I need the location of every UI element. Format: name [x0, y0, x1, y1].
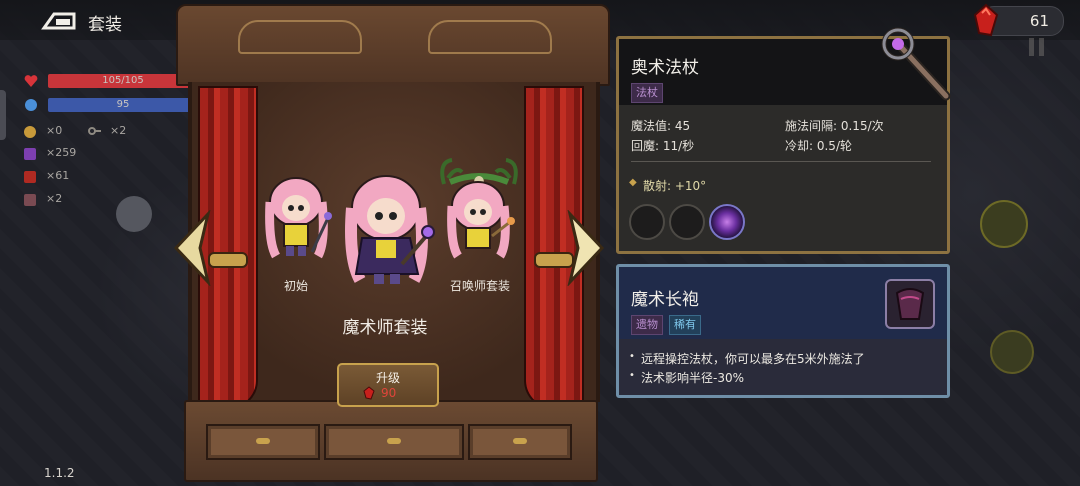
- relic-type-tag: 遗物: [631, 315, 663, 335]
- character-sprite: [440, 158, 518, 259]
- stat-mana: 魔法值: 45: [631, 119, 691, 133]
- previous-costume-arrow-icon[interactable]: [170, 210, 214, 286]
- spell-slot-empty[interactable]: [669, 204, 705, 240]
- weapon-type-tag: 法杖: [631, 83, 663, 103]
- pause-button[interactable]: [1024, 36, 1050, 58]
- relic-effect-2: 法术影响半径-30%: [641, 371, 745, 385]
- gem-count-hud: ×61: [46, 169, 70, 182]
- crystal-count: ×259: [46, 146, 77, 159]
- coin-count: ×0: [46, 124, 63, 137]
- upgrade-cost: 90: [381, 386, 397, 400]
- material-count: ×2: [46, 192, 63, 205]
- mana-icon: [25, 99, 37, 111]
- key-count: ×2: [110, 124, 127, 137]
- next-costume-arrow-icon[interactable]: [564, 210, 608, 286]
- weapon-name: 奥术法杖: [631, 58, 699, 78]
- coin-icon: [24, 126, 36, 138]
- relic-effect-1: 远程操控法杖，你可以最多在5米外施法了: [641, 352, 865, 366]
- stat-scatter: 散射: +10°: [643, 179, 707, 193]
- ghost-decoration: [116, 196, 152, 232]
- side-drawer-handle[interactable]: [0, 90, 6, 140]
- character-magician[interactable]: [340, 168, 440, 294]
- upgrade-button[interactable]: 升级 90: [337, 363, 439, 407]
- pumpkin-decoration: [990, 330, 1034, 374]
- gem-counter: 61: [973, 3, 1064, 37]
- character-default[interactable]: [262, 172, 334, 266]
- key-icon: [88, 127, 101, 135]
- version-label: 1.1.2: [44, 466, 75, 480]
- material-icon: [24, 194, 36, 206]
- bullet-diamond-icon: ◆: [629, 177, 637, 188]
- relic-info-panel: 魔术长袍 遗物 稀有 • 远程操控法杖，你可以最多在5米外施法了 • 法术影响半…: [616, 264, 950, 398]
- crystal-icon: [24, 148, 36, 160]
- character-label-summoner: 召唤师套装: [449, 279, 510, 293]
- character-sprite: [265, 177, 332, 259]
- heart-icon: [24, 75, 38, 87]
- bullet-icon: •: [629, 370, 635, 381]
- character-sprite: [345, 175, 435, 284]
- relic-name: 魔术长袍: [631, 290, 699, 310]
- page-title: 套装: [88, 15, 122, 35]
- back-button[interactable]: [40, 8, 80, 32]
- character-summoner[interactable]: [434, 158, 524, 266]
- spell-slot-empty[interactable]: [629, 204, 665, 240]
- pumpkin-decoration: [980, 200, 1028, 248]
- stat-cooldown: 冷却: 0.5/轮: [785, 139, 852, 153]
- stage-header-ornament: [176, 4, 610, 86]
- stat-cast-interval: 施法间隔: 0.15/次: [785, 119, 884, 133]
- back-arrow-icon: [41, 12, 76, 30]
- stage-cabinet: [184, 400, 598, 482]
- stat-mana-regen: 回魔: 11/秒: [631, 139, 695, 153]
- gem-count: 61: [1029, 12, 1049, 30]
- gem-icon: [24, 171, 36, 183]
- bullet-icon: •: [629, 351, 635, 362]
- rarity-tag: 稀有: [669, 315, 701, 335]
- robe-item-icon: [885, 279, 935, 329]
- red-gem-icon: [973, 3, 999, 37]
- arcane-staff-icon: [881, 27, 951, 101]
- relic-header: 魔术长袍 遗物 稀有: [619, 267, 947, 339]
- spell-slot-arcane-orb[interactable]: [709, 204, 745, 240]
- divider: [631, 161, 931, 162]
- upgrade-label: 升级: [375, 371, 400, 385]
- red-gem-icon: [363, 386, 375, 400]
- character-label-default: 初始: [283, 279, 308, 293]
- robe-icon: [895, 288, 925, 320]
- selected-costume-name: 魔术师套装: [342, 318, 428, 338]
- curtain-tieback: [208, 252, 248, 268]
- pause-icon: [1029, 38, 1044, 56]
